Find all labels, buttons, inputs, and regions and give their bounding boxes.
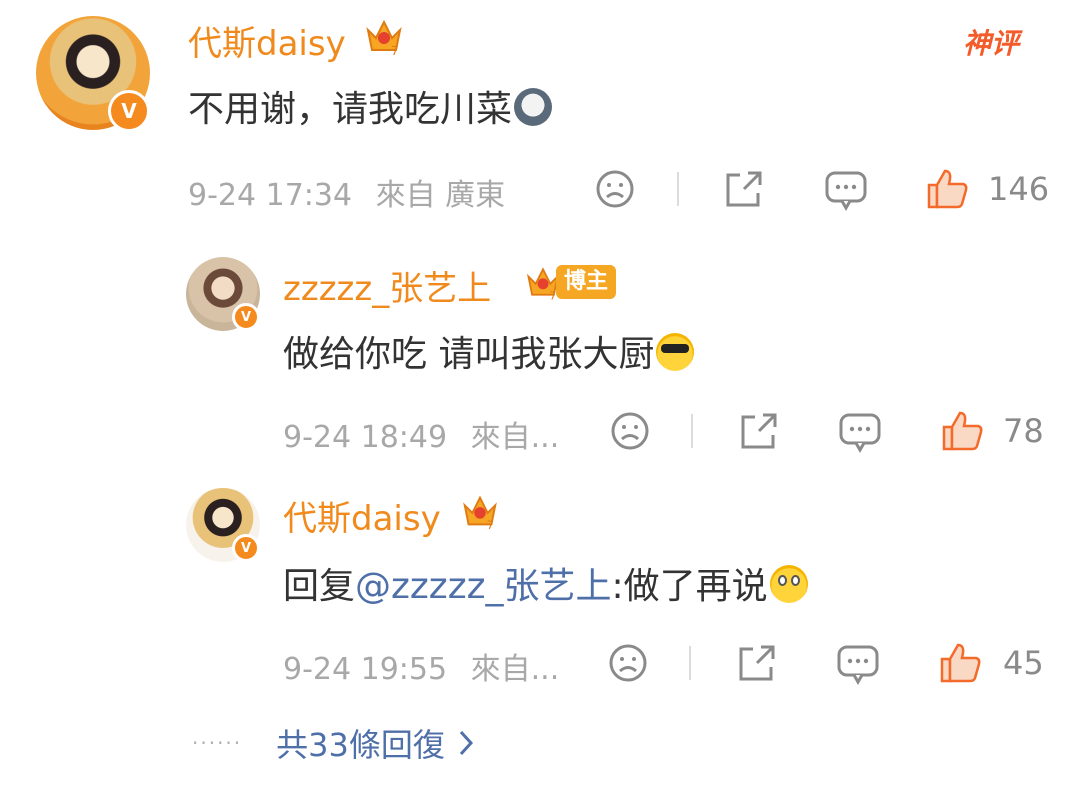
share-button[interactable]	[737, 411, 779, 451]
like-count: 78	[1003, 412, 1044, 450]
mention-link[interactable]: @zzzzz_张艺上	[355, 566, 611, 607]
more-replies-label: 共33條回復	[276, 726, 445, 764]
thumbs-up-icon	[942, 411, 983, 451]
share-button[interactable]	[735, 643, 777, 683]
crown-level-icon: 7	[366, 19, 402, 58]
username[interactable]: zzzzz_张艺上	[283, 261, 491, 310]
svg-text:7: 7	[391, 44, 399, 58]
like-button[interactable]	[925, 167, 969, 209]
avatar[interactable]: V	[186, 488, 260, 562]
share-icon	[739, 645, 775, 681]
like-count: 45	[1003, 644, 1044, 682]
timestamp: 9-24 19:55	[283, 652, 448, 687]
divider	[691, 414, 693, 448]
thumbs-up-icon	[927, 169, 968, 209]
location: 來自 廣東	[375, 178, 506, 213]
comment-icon	[825, 171, 867, 211]
sad-face-icon	[596, 170, 634, 208]
share-icon	[741, 413, 777, 449]
comment-icon	[837, 645, 879, 685]
reply-button[interactable]	[824, 169, 868, 211]
top-comment-badge: 神评	[963, 27, 1020, 60]
comment-meta: 9-24 18:49 來自...	[283, 412, 559, 456]
avatar[interactable]: V	[186, 257, 260, 331]
chevron-right-icon	[459, 730, 473, 756]
reply-button[interactable]	[838, 411, 882, 453]
dog-tongue-emoji-icon	[514, 88, 553, 126]
comment-meta: 9-24 17:34 來自 廣東	[188, 170, 505, 214]
sad-face-icon	[611, 412, 649, 450]
crown-level-icon: 7	[463, 495, 497, 532]
dislike-button[interactable]	[610, 411, 650, 451]
like-button[interactable]	[938, 641, 982, 683]
comment-text: 做给你吃 请叫我张大厨	[283, 325, 695, 377]
ellipsis-icon: ······	[192, 731, 243, 755]
flushed-emoji-icon	[769, 565, 808, 603]
verified-badge-icon: V	[232, 303, 260, 331]
verified-badge-icon: V	[108, 90, 150, 132]
timestamp: 9-24 18:49	[283, 420, 448, 455]
author-badge: 博主	[556, 265, 617, 299]
sunglasses-emoji-icon	[656, 333, 695, 371]
location: 來自...	[470, 652, 560, 687]
verified-badge-icon: V	[232, 534, 260, 562]
thumbs-up-icon	[940, 643, 981, 683]
username[interactable]: 代斯daisy	[188, 16, 346, 65]
share-icon	[726, 171, 762, 207]
comment-text: 不用谢，请我吃川菜	[188, 80, 553, 132]
dislike-button[interactable]	[608, 643, 648, 683]
sad-face-icon	[609, 644, 647, 682]
comment-icon	[839, 413, 881, 453]
timestamp: 9-24 17:34	[188, 178, 353, 213]
location: 來自...	[470, 420, 560, 455]
dislike-button[interactable]	[595, 169, 635, 209]
svg-text:7: 7	[487, 518, 494, 532]
username[interactable]: 代斯daisy	[283, 491, 441, 540]
divider	[689, 646, 691, 680]
comment-text: 回复@zzzzz_张艺上:做了再说	[283, 557, 808, 609]
share-button[interactable]	[722, 169, 764, 209]
more-replies-link[interactable]: ······ 共33條回復	[192, 720, 475, 766]
reply-button[interactable]	[836, 643, 880, 685]
avatar[interactable]: V	[36, 16, 150, 132]
divider	[677, 172, 679, 206]
comment-meta: 9-24 19:55 來自...	[283, 644, 559, 688]
like-button[interactable]	[940, 409, 984, 451]
like-count: 146	[988, 170, 1050, 208]
